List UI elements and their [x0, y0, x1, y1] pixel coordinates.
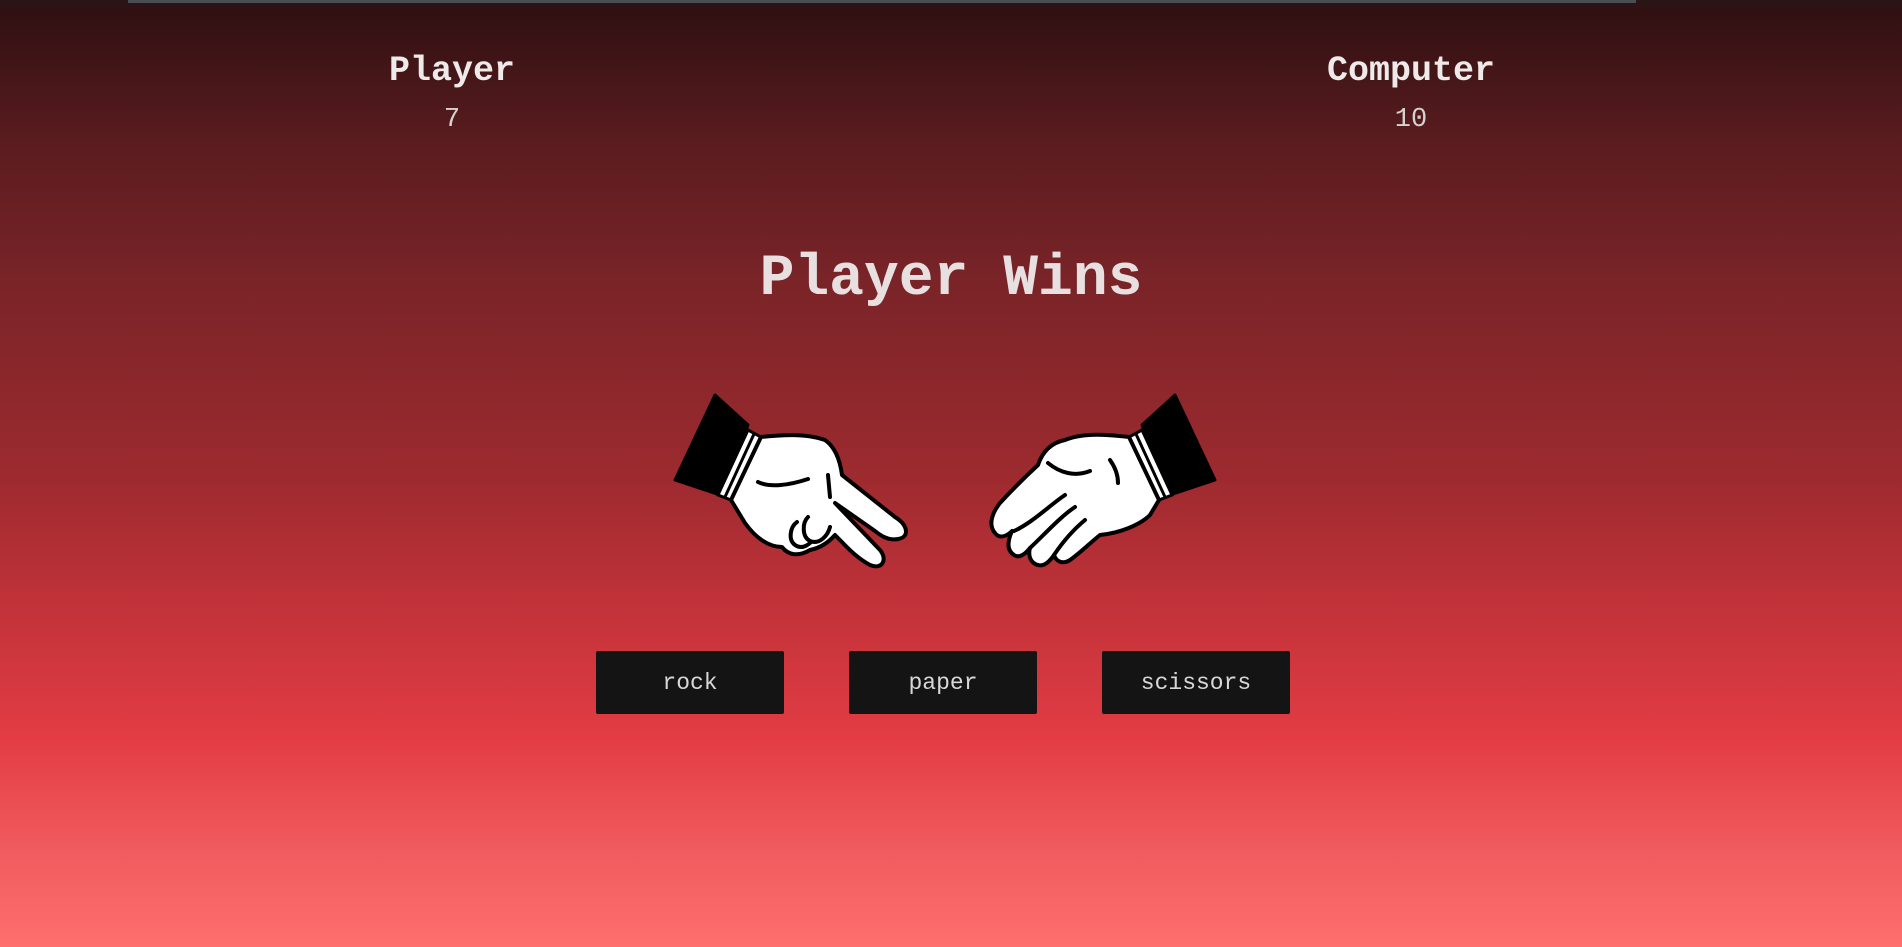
choice-buttons: rock paper scissors [596, 651, 1290, 714]
player-score-value: 7 [443, 105, 461, 135]
rock-button[interactable]: rock [596, 651, 784, 714]
hands-display [640, 385, 1240, 585]
player-score-panel: Player 7 [302, 50, 602, 136]
scissors-button[interactable]: scissors [1102, 651, 1290, 714]
player-score-label: Player [388, 51, 516, 91]
paper-button[interactable]: paper [849, 651, 1037, 714]
paper-hand-icon [989, 393, 1217, 568]
round-result-text: Player Wins [759, 247, 1143, 312]
scissors-hand-icon [673, 393, 908, 569]
scrollbar-track [128, 0, 1636, 3]
browser-top-strip [0, 0, 1902, 8]
computer-score-label: Computer [1326, 51, 1496, 91]
computer-score-value: 10 [1394, 105, 1428, 135]
computer-score-panel: Computer 10 [1261, 50, 1561, 136]
